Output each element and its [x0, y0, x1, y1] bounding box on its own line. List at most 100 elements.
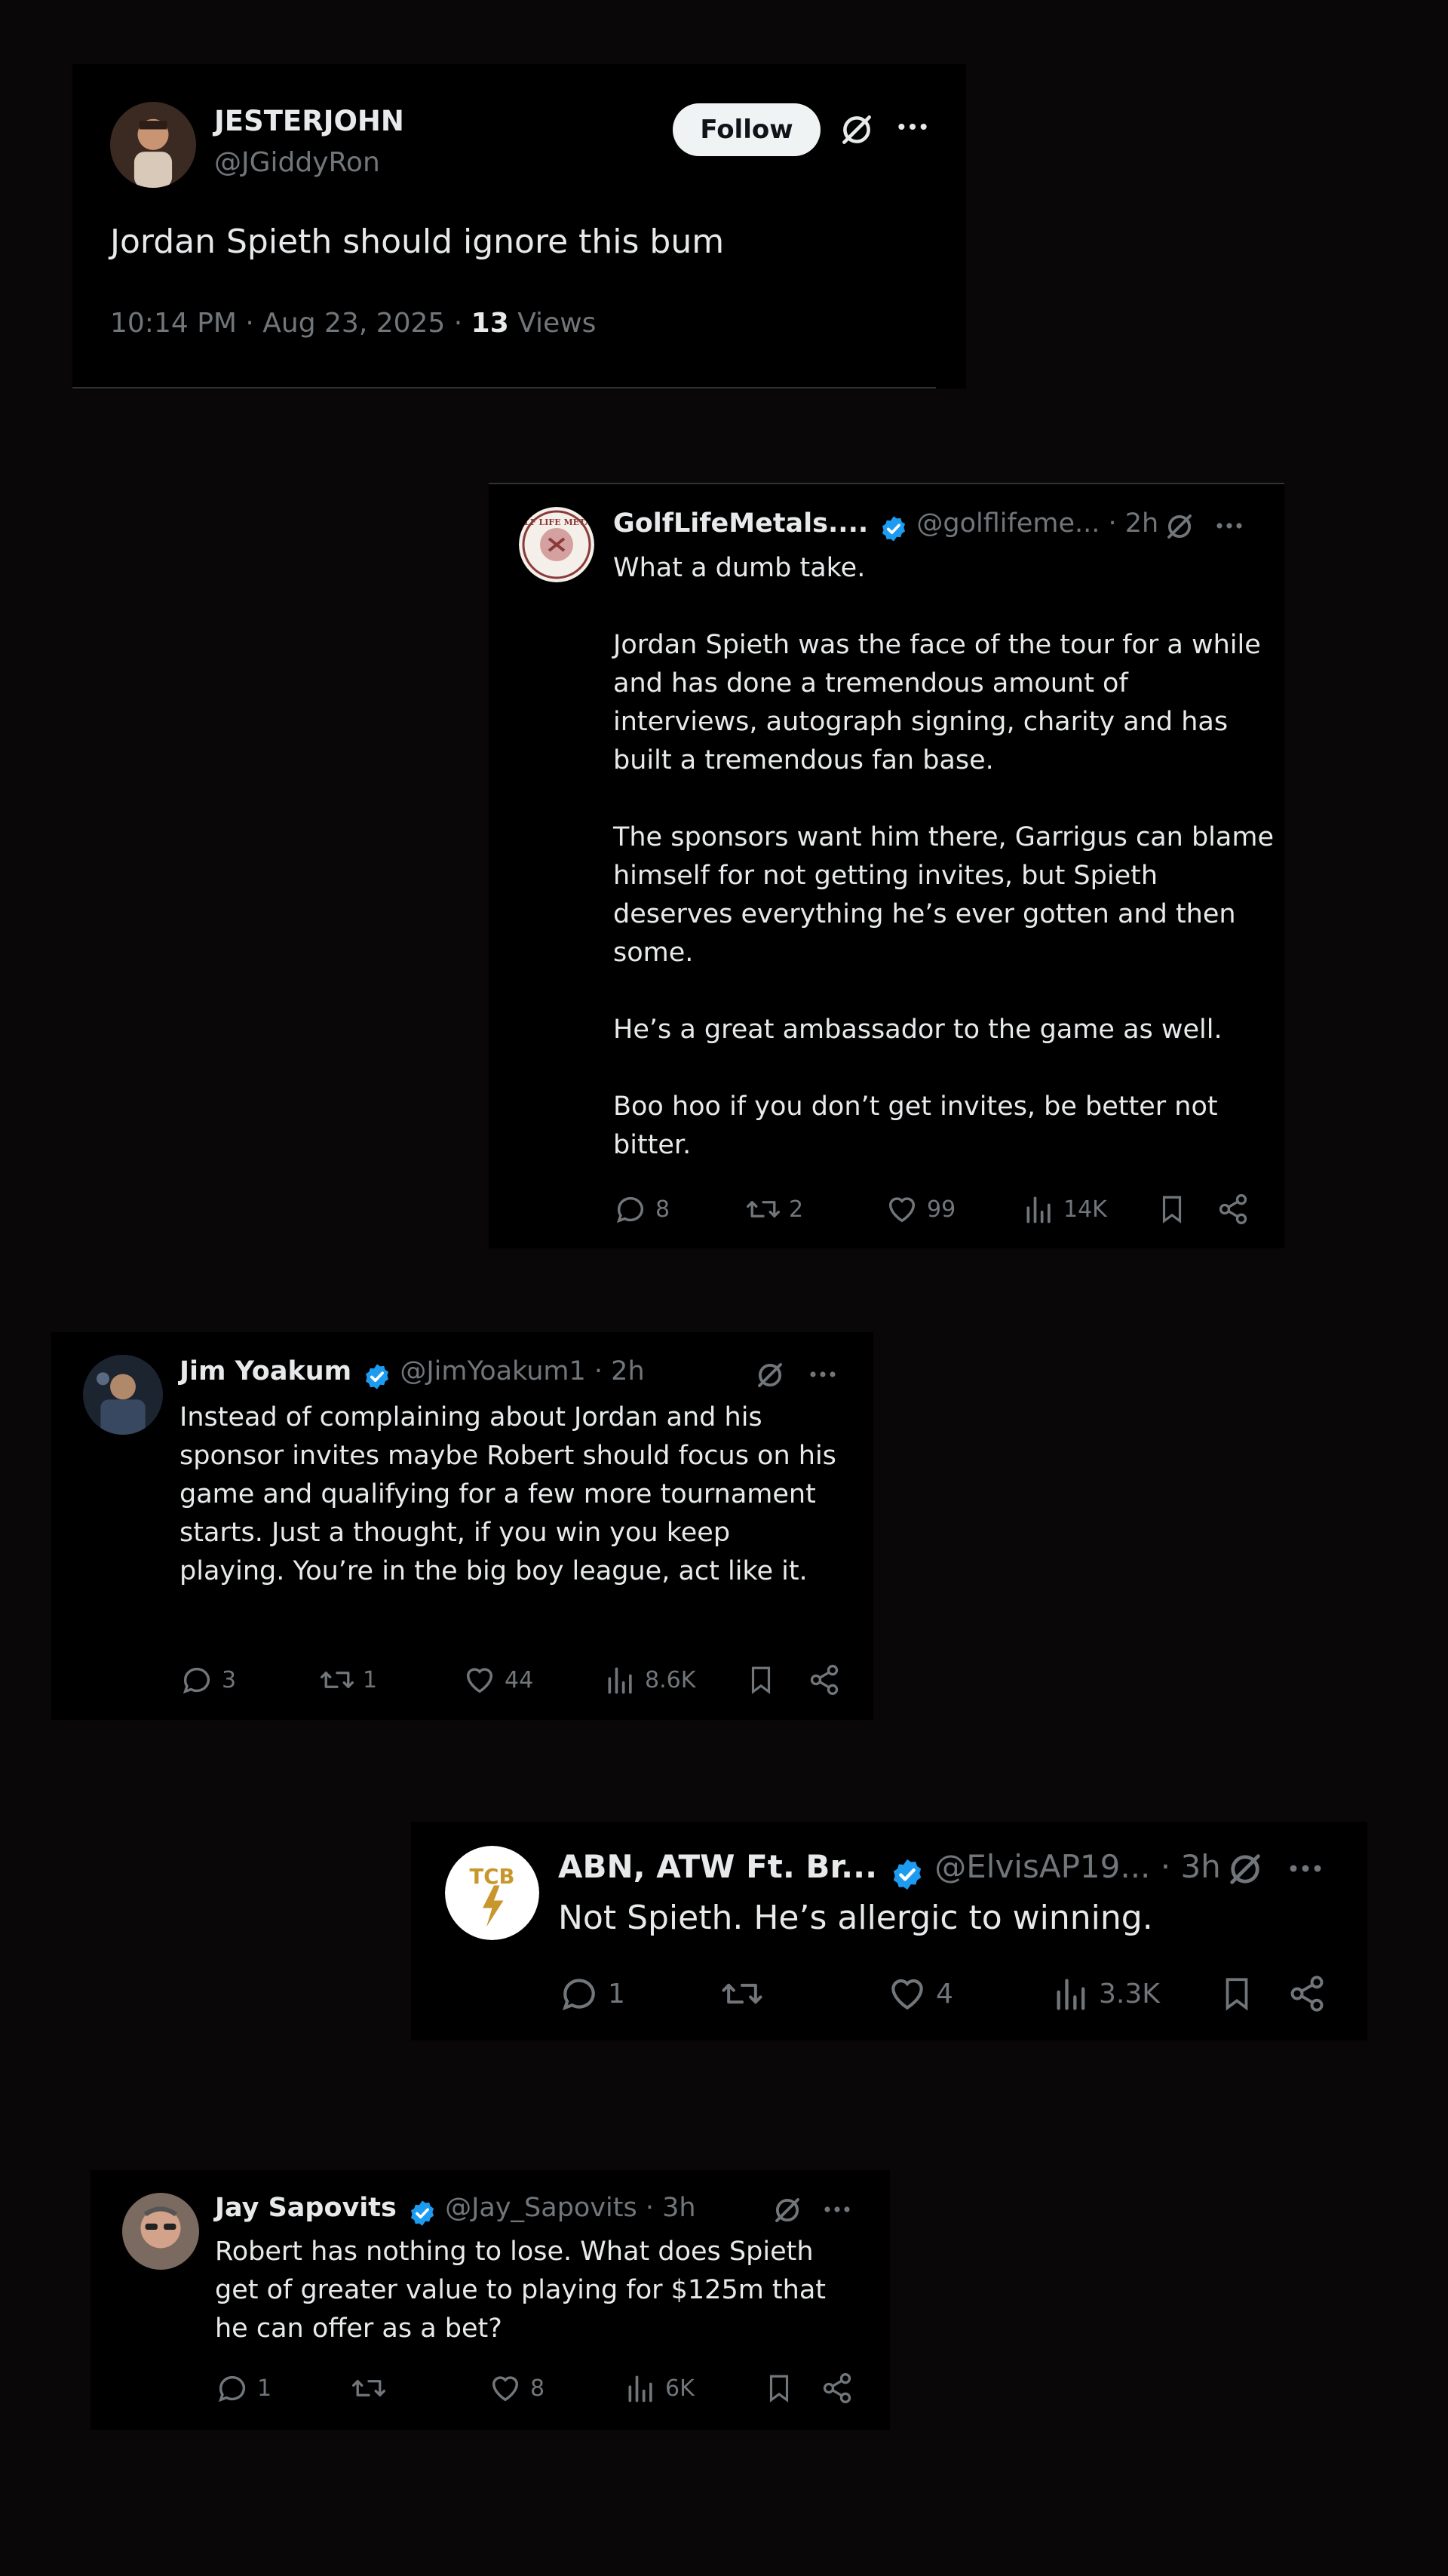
- share-icon[interactable]: [1216, 1192, 1250, 1227]
- like-icon: [888, 1197, 916, 1223]
- repost-button[interactable]: [720, 1973, 772, 2015]
- views-icon: [1057, 1979, 1085, 2010]
- tweet-timestamp[interactable]: 10:14 PM · Aug 23, 2025 ·: [110, 308, 471, 339]
- reply-card: Jim Yoakum @JimYoakum1 · 2h Instead of c…: [51, 1332, 873, 1720]
- reply-text: Robert has nothing to lose. What does Sp…: [215, 2237, 827, 2344]
- views-button[interactable]: 8.6K: [604, 1663, 695, 1697]
- like-button[interactable]: 99: [885, 1192, 956, 1227]
- repost-count: 2: [789, 1196, 804, 1223]
- author-display-name[interactable]: JESTERJOHN: [214, 105, 404, 137]
- user-avatar[interactable]: [122, 2193, 199, 2270]
- author-handle[interactable]: @golflifeme... · 2h: [916, 508, 1158, 539]
- tweet-text: Jordan Spieth should ignore this bum: [110, 223, 725, 261]
- reply-text: Not Spieth. He’s allergic to winning.: [558, 1899, 1153, 1937]
- like-count: 99: [927, 1196, 956, 1223]
- original-post-card: JESTERJOHN @JGiddyRon Follow Jordan Spie…: [72, 64, 966, 388]
- more-icon[interactable]: [896, 115, 929, 138]
- like-button[interactable]: 44: [462, 1663, 533, 1697]
- bookmark-icon[interactable]: [1218, 1973, 1256, 2015]
- reply-icon: [183, 1667, 210, 1694]
- reply-button[interactable]: 1: [215, 2371, 272, 2406]
- user-avatar[interactable]: [110, 102, 196, 188]
- like-icon: [891, 1979, 923, 2010]
- like-icon: [466, 1668, 493, 1693]
- repost-count: 1: [363, 1666, 378, 1693]
- reply-button[interactable]: 1: [558, 1973, 625, 2015]
- share-icon[interactable]: [821, 2371, 854, 2406]
- grok-icon[interactable]: [838, 111, 876, 149]
- like-button[interactable]: 4: [886, 1973, 953, 2015]
- verified-badge-icon: [879, 514, 908, 543]
- author-display-name[interactable]: Jim Yoakum: [179, 1356, 351, 1386]
- user-avatar[interactable]: GOLF LIFE METALS: [519, 507, 594, 582]
- views-label: Views: [508, 308, 597, 339]
- divider: [72, 387, 936, 388]
- reply-card: TCB ABN, ATW Ft. Br... @ElvisAP19... · 3…: [411, 1822, 1367, 2040]
- like-count: 4: [936, 1978, 953, 2010]
- views-icon: [608, 1667, 632, 1694]
- author-handle[interactable]: @Jay_Sapovits · 3h: [445, 2193, 696, 2223]
- views-count: 8.6K: [645, 1666, 696, 1693]
- reply-header: Jay Sapovits @Jay_Sapovits · 3h: [215, 2193, 696, 2228]
- reply-count: 1: [608, 1978, 625, 2010]
- more-icon[interactable]: [1287, 1856, 1324, 1881]
- views-count: 6K: [665, 2375, 695, 2402]
- verified-badge-icon: [363, 1362, 391, 1391]
- reply-count: 3: [222, 1666, 237, 1693]
- author-handle[interactable]: @JGiddyRon: [214, 147, 380, 178]
- user-avatar[interactable]: TCB: [445, 1846, 539, 1940]
- views-count: 14K: [1063, 1196, 1107, 1223]
- views-count: 3.3K: [1099, 1978, 1160, 2010]
- repost-icon: [747, 1201, 780, 1217]
- grok-icon[interactable]: [772, 2194, 803, 2226]
- repost-button[interactable]: 2: [745, 1192, 803, 1227]
- verified-badge-icon: [890, 1857, 925, 1892]
- repost-icon: [321, 1672, 354, 1688]
- reply-text: What a dumb take. Jordan Spieth was the …: [613, 553, 1274, 1160]
- grok-icon[interactable]: [1164, 511, 1195, 542]
- reply-header: ABN, ATW Ft. Br... @ElvisAP19... · 3h: [558, 1848, 1221, 1892]
- reply-card: GOLF LIFE METALS GolfLifeMetals.... @gol…: [489, 483, 1284, 1248]
- bookmark-icon[interactable]: [745, 1663, 777, 1697]
- views-button[interactable]: 3.3K: [1052, 1973, 1160, 2015]
- share-icon[interactable]: [1287, 1973, 1327, 2015]
- bookmark-icon[interactable]: [1156, 1192, 1188, 1227]
- verified-badge-icon: [408, 2199, 437, 2228]
- reply-icon: [616, 1196, 644, 1224]
- reply-card: Jay Sapovits @Jay_Sapovits · 3h Robert h…: [90, 2170, 890, 2430]
- views-button[interactable]: 14K: [1023, 1192, 1107, 1227]
- avatar-logo-text: GOLF LIFE METALS: [519, 517, 594, 527]
- author-display-name[interactable]: GolfLifeMetals....: [613, 508, 868, 539]
- share-icon[interactable]: [808, 1663, 841, 1697]
- author-handle[interactable]: @ElvisAP19... · 3h: [934, 1848, 1221, 1885]
- like-count: 8: [530, 2375, 545, 2402]
- reply-icon: [218, 2375, 246, 2403]
- grok-icon[interactable]: [1226, 1850, 1265, 1889]
- bookmark-icon[interactable]: [763, 2371, 795, 2406]
- reply-count: 8: [655, 1196, 670, 1223]
- views-icon: [1026, 1196, 1051, 1224]
- reply-count: 1: [257, 2375, 272, 2402]
- reply-icon: [562, 1979, 595, 2011]
- more-icon[interactable]: [822, 2200, 852, 2219]
- more-icon[interactable]: [1214, 516, 1244, 536]
- follow-button[interactable]: Follow: [673, 103, 821, 156]
- repost-icon: [352, 2380, 385, 2396]
- more-icon[interactable]: [808, 1365, 838, 1384]
- avatar-logo-text: TCB: [470, 1865, 515, 1889]
- grok-icon[interactable]: [754, 1359, 786, 1391]
- author-handle[interactable]: @JimYoakum1 · 2h: [400, 1356, 644, 1386]
- reply-button[interactable]: 3: [179, 1663, 236, 1697]
- like-count: 44: [505, 1666, 534, 1693]
- reply-button[interactable]: 8: [613, 1192, 670, 1227]
- author-display-name[interactable]: Jay Sapovits: [215, 2193, 397, 2223]
- reply-text: Instead of complaining about Jordan and …: [179, 1402, 836, 1586]
- views-icon: [628, 2375, 652, 2403]
- views-button[interactable]: 6K: [624, 2371, 695, 2406]
- user-avatar[interactable]: [83, 1355, 163, 1435]
- author-display-name[interactable]: ABN, ATW Ft. Br...: [558, 1848, 877, 1885]
- repost-button[interactable]: [351, 2371, 394, 2406]
- like-button[interactable]: 8: [488, 2371, 545, 2406]
- reply-header: GolfLifeMetals.... @golflifeme... · 2h: [613, 508, 1158, 543]
- repost-button[interactable]: 1: [319, 1663, 377, 1697]
